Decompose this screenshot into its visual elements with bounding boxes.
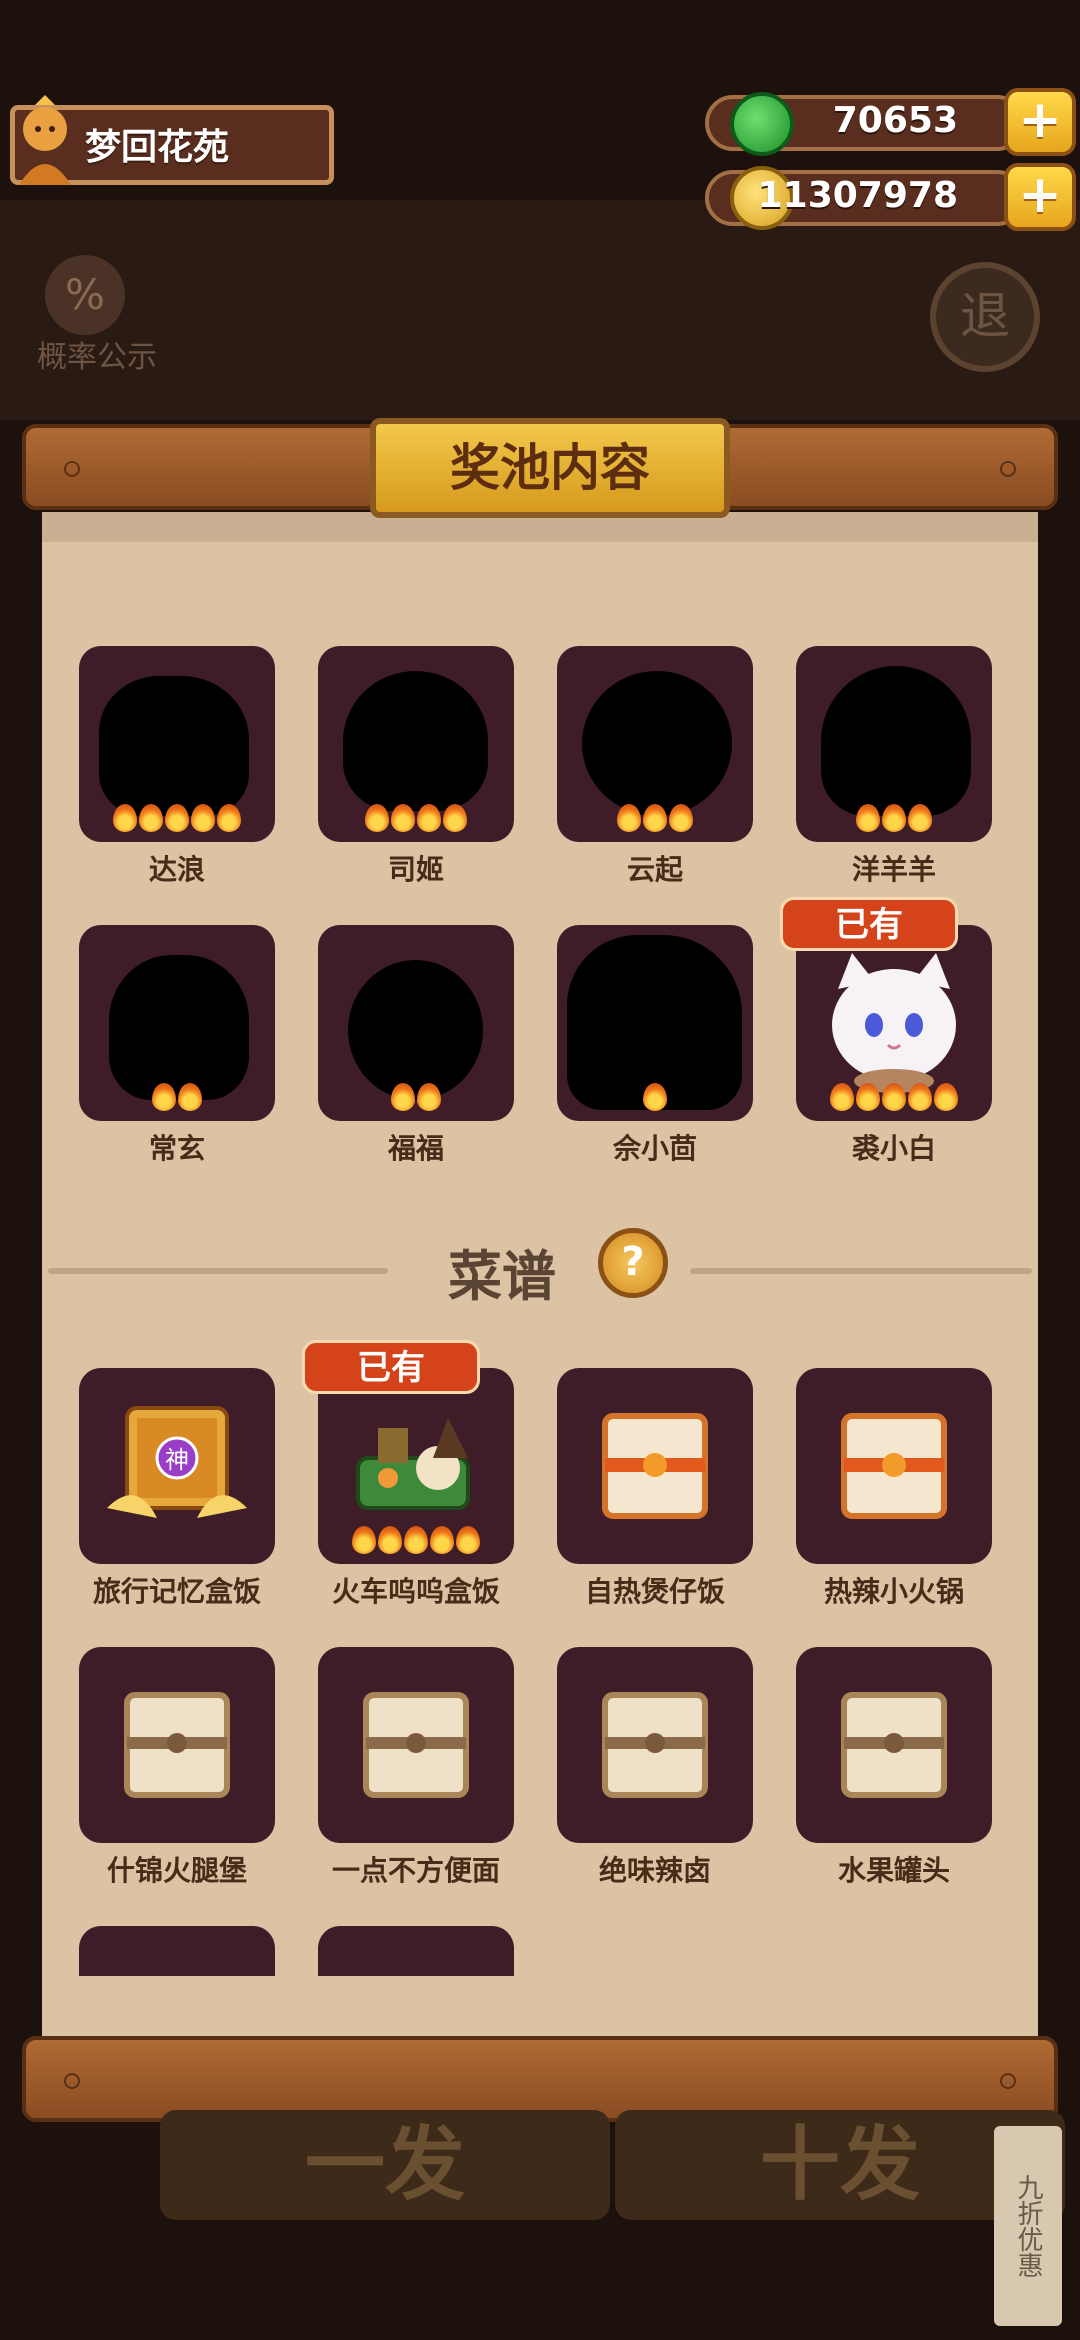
- nail-icon: [1000, 461, 1016, 477]
- recipe-scroll-plain-icon: [602, 1692, 708, 1798]
- silhouette-icon: [582, 671, 732, 816]
- character-card[interactable]: [79, 646, 275, 842]
- train-lunchbox-icon: [356, 1418, 470, 1510]
- character-card[interactable]: [557, 646, 753, 842]
- recipe-name: 水果罐头: [837, 1854, 950, 1887]
- star-rating: [318, 804, 514, 838]
- recipe-scroll-plain-icon: [841, 1692, 947, 1798]
- star-rating: [557, 804, 753, 838]
- character-card[interactable]: [796, 925, 992, 1121]
- recipe-card[interactable]: [796, 1368, 992, 1564]
- recipe-name: 绝味辣卤: [598, 1854, 711, 1887]
- character-name: 达浪: [148, 853, 205, 886]
- discount-tag: 九折优惠: [994, 2126, 1062, 2326]
- nail-icon: [64, 461, 80, 477]
- nail-icon: [1000, 2073, 1016, 2089]
- character-name: 司姬: [387, 853, 444, 886]
- silhouette-icon: [343, 671, 488, 811]
- character-avatar-icon: [19, 95, 71, 185]
- recipe-scroll-plain-icon: [124, 1692, 230, 1798]
- character-name: 云起: [626, 853, 683, 886]
- probability-label[interactable]: 概率公示: [37, 332, 157, 376]
- recipe-scroll-orange-icon: [602, 1413, 708, 1519]
- coin-amount: 11307978: [757, 175, 958, 216]
- panel-title: 奖池内容: [370, 418, 730, 518]
- recipe-name: 一点不方便面: [331, 1854, 500, 1887]
- character-name: 福福: [387, 1132, 444, 1165]
- recipe-card[interactable]: 神: [79, 1368, 275, 1564]
- golden-lunchbox-icon: 神: [107, 1406, 247, 1518]
- recipes-title: 菜谱: [448, 1245, 556, 1308]
- silhouette-icon: [348, 960, 483, 1100]
- silhouette-icon: [821, 666, 971, 816]
- character-name: 常玄: [148, 1132, 205, 1165]
- character-name: 佘小茴: [612, 1132, 697, 1165]
- character-name: 洋羊羊: [851, 853, 936, 886]
- nail-icon: [64, 2073, 80, 2089]
- probability-icon[interactable]: %: [45, 255, 125, 335]
- page-title: 梦回花苑: [85, 127, 230, 168]
- recipe-card[interactable]: [318, 1647, 514, 1843]
- recipe-name: 什锦火腿堡: [106, 1854, 247, 1887]
- recipe-card-partial[interactable]: [79, 1926, 275, 1976]
- recipe-name: 自热煲仔饭: [584, 1575, 725, 1608]
- recipe-card[interactable]: [79, 1647, 275, 1843]
- recipe-card[interactable]: [318, 1368, 514, 1564]
- recipe-card[interactable]: [557, 1368, 753, 1564]
- recipe-card[interactable]: [796, 1647, 992, 1843]
- divider: [690, 1268, 1032, 1274]
- help-button[interactable]: ?: [598, 1228, 668, 1298]
- character-card[interactable]: [318, 925, 514, 1121]
- background-band: [0, 200, 1080, 420]
- star-rating: [796, 1083, 992, 1117]
- single-draw-button[interactable]: 一发: [160, 2110, 610, 2220]
- star-rating: [318, 1526, 514, 1560]
- recipe-card-partial[interactable]: [318, 1926, 514, 1976]
- recipe-name: 热辣小火锅: [823, 1575, 964, 1608]
- owned-badge: 已有: [302, 1340, 480, 1394]
- white-cat-icon: [832, 953, 956, 1093]
- add-jade-button[interactable]: +: [1004, 88, 1076, 156]
- jade-amount: 70653: [832, 100, 958, 141]
- star-rating: [796, 804, 992, 838]
- recipe-name: 火车呜呜盒饭: [331, 1575, 500, 1608]
- silhouette-icon: [99, 676, 249, 816]
- owned-badge: 已有: [780, 897, 958, 951]
- recipe-name: 旅行记忆盒饭: [92, 1575, 261, 1608]
- divider: [48, 1268, 388, 1274]
- silhouette-icon: [109, 955, 249, 1100]
- recipe-scroll-plain-icon: [363, 1692, 469, 1798]
- recipe-card[interactable]: [557, 1647, 753, 1843]
- star-rating: [318, 1083, 514, 1117]
- star-rating: [79, 1083, 275, 1117]
- jade-icon: [730, 92, 794, 156]
- star-rating: [557, 1083, 753, 1117]
- character-card[interactable]: [796, 646, 992, 842]
- add-coin-button[interactable]: +: [1004, 163, 1076, 231]
- character-card[interactable]: [318, 646, 514, 842]
- star-rating: [79, 804, 275, 838]
- character-card[interactable]: [557, 925, 753, 1121]
- god-tag: 神: [165, 1446, 189, 1474]
- exit-button[interactable]: 退: [930, 262, 1040, 372]
- character-name: 裘小白: [851, 1132, 936, 1165]
- recipe-scroll-orange-icon: [841, 1413, 947, 1519]
- character-card[interactable]: [79, 925, 275, 1121]
